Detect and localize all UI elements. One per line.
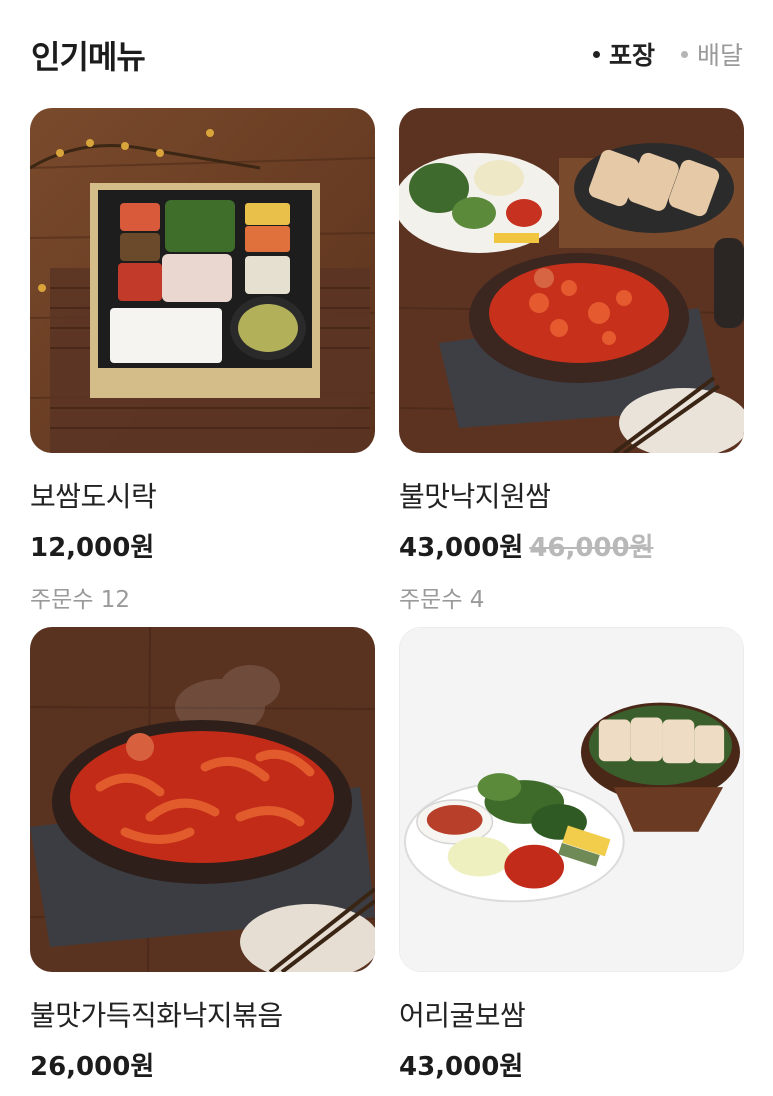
bullet-icon <box>592 50 600 58</box>
filter-takeout-label: 포장 <box>608 41 655 70</box>
menu-name: 보쌈도시락 <box>30 480 157 513</box>
price-row: 26,000원 <box>30 1046 375 1083</box>
menu-price: 12,000원 <box>30 533 155 563</box>
bullet-icon <box>680 50 688 58</box>
menu-name: 불맛가득직화낙지볶음 <box>30 999 283 1032</box>
section-title: 인기메뉴 <box>31 38 146 76</box>
price-row: 12,000원 <box>30 527 375 564</box>
order-count: 주문수 12 <box>30 587 131 613</box>
filter-delivery[interactable]: 배달 <box>680 36 743 72</box>
menu-name: 불맛낙지원쌈 <box>399 480 551 513</box>
price-row: 43,000원 46,000원 <box>399 527 744 564</box>
filter-group: 포장 배달 <box>592 36 743 72</box>
order-count: 주문수 4 <box>399 587 485 613</box>
menu-image-fire-octopus-wrap[interactable] <box>399 108 744 453</box>
filter-takeout[interactable]: 포장 <box>592 36 655 72</box>
menu-price: 43,000원 <box>399 533 524 563</box>
menu-original-price: 46,000원 <box>529 533 654 563</box>
price-row: 43,000원 <box>399 1046 744 1083</box>
menu-image-fire-octopus-stirfry[interactable] <box>30 627 375 972</box>
section-header: 인기메뉴 포장 배달 <box>31 28 743 78</box>
menu-price: 43,000원 <box>399 1052 524 1082</box>
menu-image-bossam-lunchbox[interactable] <box>30 108 375 453</box>
menu-card-bossam-lunchbox[interactable]: 보쌈도시락 12,000원 주문수 12 <box>30 108 375 614</box>
menu-image-oyster-bossam[interactable] <box>399 627 744 972</box>
menu-card-fire-octopus-stirfry[interactable]: 불맛가득직화낙지볶음 26,000원 <box>30 627 375 1083</box>
menu-card-fire-octopus-wrap[interactable]: 불맛낙지원쌈 43,000원 46,000원 주문수 4 <box>399 108 744 614</box>
menu-name: 어리굴보쌈 <box>399 999 526 1032</box>
menu-card-oyster-bossam[interactable]: 어리굴보쌈 43,000원 <box>399 627 744 1083</box>
filter-delivery-label: 배달 <box>696 41 743 70</box>
menu-price: 26,000원 <box>30 1052 155 1082</box>
